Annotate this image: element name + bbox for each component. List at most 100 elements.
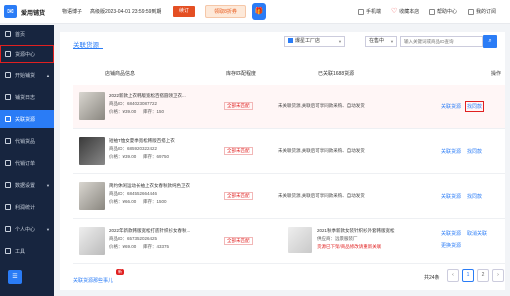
sidebar-item-profit-stats[interactable]: 利润统计 <box>0 198 54 216</box>
tools-icon <box>5 248 11 254</box>
match-status-badge: 全部未匹配 <box>224 147 253 155</box>
page-button[interactable]: 1 <box>462 269 474 282</box>
product-image[interactable] <box>79 182 105 210</box>
sidebar-item-linked-source[interactable]: 关联货源 <box>0 110 54 128</box>
chevron-down-icon: ▼ <box>390 39 394 44</box>
sidebar-item-source-center[interactable]: 货源中心 <box>0 45 54 63</box>
new-badge: 新 <box>116 269 124 275</box>
nav-help[interactable]: 帮助中心 <box>429 8 457 15</box>
sidebar-item-label: 铺货日志 <box>15 94 36 101</box>
menu-icon[interactable]: ☰ <box>8 270 22 284</box>
shop-name: 物语博子 <box>62 9 83 15</box>
find-same-button[interactable]: 找同款 <box>467 148 482 155</box>
linked-source-empty: 未关联货源,关联后可享同款采购、自动发货 <box>278 103 365 108</box>
renew-button[interactable]: 续订 <box>173 6 195 17</box>
product-price: 价格：¥39.00 <box>109 109 137 114</box>
sidebar-item-start-listing[interactable]: 开始铺货 ▲ <box>0 66 54 84</box>
shop-select[interactable]: 爆星工厂店 ▼ <box>284 36 345 47</box>
status-select[interactable]: 在售中 ▼ <box>365 36 397 47</box>
product-id: 商品ID：684552664446 <box>109 191 158 196</box>
linked-source-empty: 未关联货源,关联后可享同款采购、自动发货 <box>278 148 365 153</box>
product-name[interactable]: 2022新款上衣韩版宽松百搭圆领卫衣... <box>109 93 194 99</box>
find-same-button[interactable]: 找同款 <box>464 101 485 112</box>
product-stock: 库存：69750 <box>143 154 170 159</box>
user-icon <box>468 8 474 15</box>
sidebar-item-home[interactable]: 首页 <box>0 25 54 43</box>
link-source-button[interactable]: 关联货源 <box>441 193 461 200</box>
product-stock: 库存：1500 <box>143 199 167 204</box>
table-row: 短袖T恤女夏季宽松韩版百搭上衣 商品ID：685920322422 价格：¥39… <box>73 130 505 174</box>
prev-page-button[interactable]: ‹ <box>447 269 459 282</box>
chevron-down-icon: ▼ <box>46 226 50 232</box>
link-source-button[interactable]: 关联货源 <box>441 148 461 155</box>
product-image[interactable] <box>79 137 105 165</box>
link-icon <box>5 116 11 122</box>
replace-source-button[interactable]: 更换货源 <box>441 242 461 249</box>
coupon-button[interactable]: 领取8折券 <box>205 5 246 18</box>
linked-source-image[interactable] <box>288 227 312 253</box>
table-row: 2022新款上衣韩版宽松百搭圆领卫衣... 商品ID：684023087722 … <box>73 85 505 129</box>
help-article-link[interactable]: 关联货源那些事儿 <box>73 277 113 284</box>
linked-source-empty: 未关联货源,关联后可享同款采购、自动发货 <box>278 193 365 198</box>
unlink-button[interactable]: 取消关联 <box>467 230 487 237</box>
order-icon <box>5 160 11 166</box>
product-id: 商品ID：685920322422 <box>109 146 158 151</box>
subscription-expiry: 高级版2023-04-01 23:59:59到期 <box>90 9 162 15</box>
link-source-button[interactable]: 关联货源 <box>441 103 461 110</box>
shop-select-value: 爆星工厂店 <box>295 38 321 44</box>
sidebar-item-consign-orders[interactable]: 代销订单 <box>0 154 54 172</box>
app-logo-icon: ✉ <box>4 5 17 18</box>
chevron-down-icon: ▼ <box>338 39 342 44</box>
search-icon: ⌕ <box>488 38 492 44</box>
nav-favorite[interactable]: ♡ 收藏本店 <box>391 7 419 16</box>
shop-icon <box>288 38 293 43</box>
search-input[interactable] <box>400 36 483 47</box>
goods-icon <box>5 138 11 144</box>
product-stock: 库存：150 <box>143 109 165 114</box>
stats-icon <box>5 204 11 210</box>
sidebar-item-personal-center[interactable]: 个人中心 ▼ <box>0 220 54 238</box>
source-icon <box>5 51 11 57</box>
sidebar-item-label: 数据设置 <box>15 182 36 189</box>
product-image[interactable] <box>79 227 105 255</box>
top-bar: ✉ 爱用铺货 物语博子 高级版2023-04-01 23:59:59到期 续订 … <box>0 0 510 24</box>
column-header: 已关联1688货源 <box>318 71 355 77</box>
match-status-badge: 全部未匹配 <box>224 192 253 200</box>
linked-source-name[interactable]: 2021秋季新款女装针织衫外套韩版宽松 <box>317 228 395 234</box>
log-icon <box>5 94 11 100</box>
search-button[interactable]: ⌕ <box>483 35 497 48</box>
linked-source-supplier: 供应商：远景服装厂 <box>317 236 358 241</box>
tab-underline <box>73 48 103 49</box>
sidebar-item-consign-goods[interactable]: 代销货品 <box>0 132 54 150</box>
product-name[interactable]: 简约休闲运动长袖上衣女春秋款纯色卫衣 <box>109 183 194 189</box>
column-header: 库存匹配程度 <box>226 71 257 77</box>
product-name[interactable]: 短袖T恤女夏季宽松韩版百搭上衣 <box>109 138 194 144</box>
sidebar-item-tools[interactable]: 工具 <box>0 242 54 260</box>
sidebar-item-label: 工具 <box>15 248 26 255</box>
product-price: 价格：¥39.00 <box>109 154 137 159</box>
nav-mobile[interactable]: 手机端 <box>358 8 381 15</box>
product-image[interactable] <box>79 92 105 120</box>
next-page-button[interactable]: › <box>492 269 504 282</box>
sidebar: 首页 货源中心 开始铺货 ▲ 铺货日志 关联货源 代销货品 代销订单 数据设置 … <box>0 25 54 296</box>
main-panel: 关联货源 爆星工厂店 ▼ 在售中 ▼ ⌕ 店铺商品信息 库存匹配程度 已关联16… <box>60 32 505 290</box>
sidebar-item-data-settings[interactable]: 数据设置 ▼ <box>0 176 54 194</box>
gift-icon[interactable]: 🎁 <box>252 3 266 20</box>
page-button[interactable]: 2 <box>477 269 489 282</box>
settings-icon <box>5 182 11 188</box>
sidebar-item-label: 代销订单 <box>15 160 36 167</box>
linked-source-warning: 货源已下架/商品修改请重新关联 <box>317 244 382 249</box>
column-header: 店铺商品信息 <box>105 71 136 77</box>
link-source-button[interactable]: 关联货源 <box>441 230 461 237</box>
product-price: 价格：¥69.00 <box>109 244 137 249</box>
find-same-button[interactable]: 找同款 <box>467 193 482 200</box>
nav-help-label: 帮助中心 <box>437 9 458 15</box>
nav-subscription[interactable]: 我的订阅 <box>468 8 496 15</box>
product-name[interactable]: 2022年新款韩版宽松打底针织衫女春秋... <box>109 228 194 234</box>
sidebar-item-label: 开始铺货 <box>15 72 36 79</box>
heart-icon: ♡ <box>391 7 398 15</box>
product-price: 价格：¥66.00 <box>109 199 137 204</box>
sidebar-item-label: 首页 <box>15 31 26 38</box>
match-status-badge: 全部未匹配 <box>224 102 253 110</box>
sidebar-item-listing-log[interactable]: 铺货日志 <box>0 88 54 106</box>
